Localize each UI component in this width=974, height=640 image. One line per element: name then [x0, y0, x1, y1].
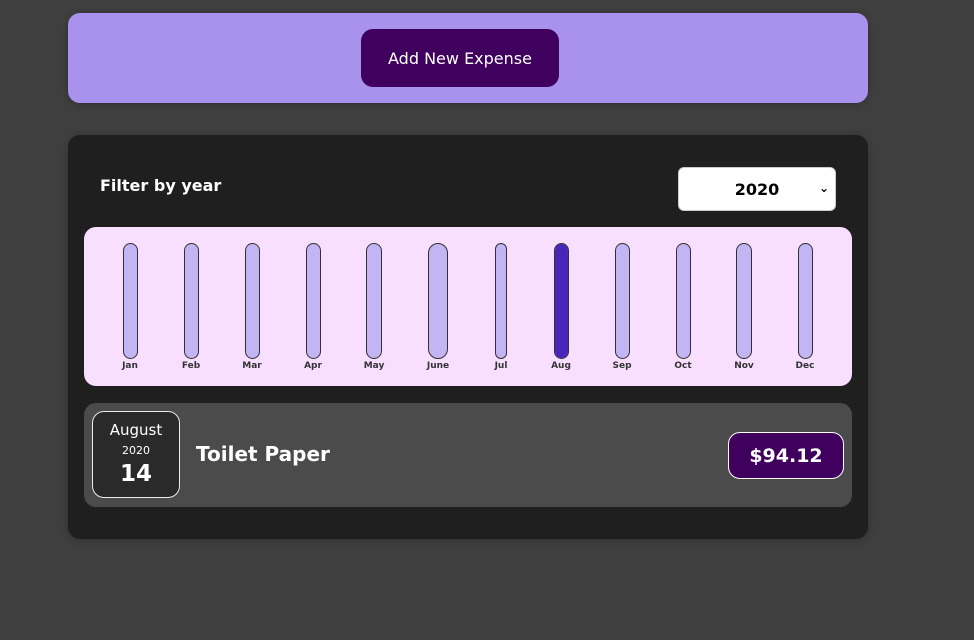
expense-date-month: August	[109, 421, 163, 439]
chart-bar-label: Oct	[674, 361, 692, 371]
chevron-down-icon: ⌄	[818, 181, 829, 195]
expense-title: Toilet Paper	[196, 442, 330, 466]
add-new-expense-button[interactable]: Add New Expense	[361, 29, 559, 87]
expense-date-year: 2020	[122, 444, 150, 457]
chart-bar-sep	[614, 243, 630, 359]
chart-bar-oct	[675, 243, 691, 359]
expense-amount: $94.12	[728, 432, 844, 479]
chart-bar-label: May	[363, 361, 385, 371]
chart-bar-label: June	[426, 361, 450, 371]
chart-bar-apr	[305, 243, 321, 359]
new-expense-panel: Add New Expense	[68, 13, 868, 103]
chart-bar-jul	[495, 243, 507, 359]
expense-item: August 2020 14 Toilet Paper $94.12	[84, 403, 852, 507]
year-select-value: 2020	[734, 179, 780, 199]
chart-bar-may	[366, 243, 382, 359]
expense-date-day: 14	[119, 461, 152, 487]
chart-bar-label: Jan	[122, 361, 138, 371]
chart-bar-label: Dec	[795, 361, 815, 371]
chart-bar-aug	[553, 243, 569, 359]
chart-bar-label: Apr	[304, 361, 322, 371]
year-select[interactable]: 2020 ⌄	[678, 167, 836, 211]
chart-bar-fill	[554, 244, 568, 358]
expenses-panel: Filter by year 2020 ⌄ Jan Feb Mar Apr May Jun…	[68, 135, 868, 539]
filter-label: Filter by year	[100, 176, 222, 195]
chart-bar-nov	[736, 243, 752, 359]
chart-bar-mar	[244, 243, 260, 359]
chart-bar-label: Aug	[551, 361, 571, 371]
expenses-chart: Jan Feb Mar Apr May June Jul Aug Sep Oct Nov Dec	[84, 227, 852, 386]
chart-bar-label: Nov	[734, 361, 754, 371]
chart-bar-june	[428, 243, 448, 359]
expense-date: August 2020 14	[92, 411, 180, 498]
chart-bar-label: Sep	[612, 361, 632, 371]
chart-bar-feb	[183, 243, 199, 359]
chart-bar-label: Feb	[181, 361, 201, 371]
chart-bar-dec	[797, 243, 813, 359]
chart-bar-jan	[122, 243, 138, 359]
chart-bar-label: Jul	[494, 361, 508, 371]
chart-bar-label: Mar	[242, 361, 262, 371]
